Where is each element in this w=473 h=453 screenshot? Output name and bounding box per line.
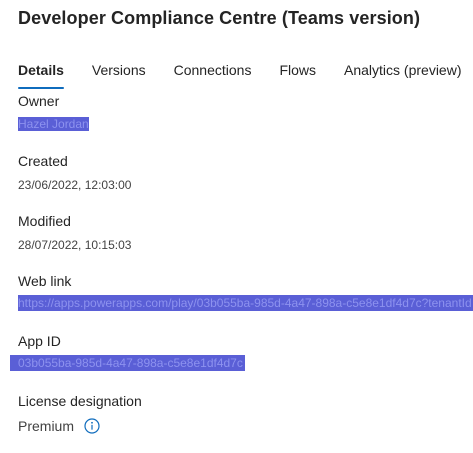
tab-details[interactable]: Details [18, 61, 64, 89]
tab-flows[interactable]: Flows [279, 61, 316, 89]
tab-versions[interactable]: Versions [92, 61, 146, 89]
created-value: 23/06/2022, 12:03:00 [18, 178, 132, 192]
app-id-field: App ID [18, 332, 61, 350]
modified-label: Modified [18, 213, 71, 229]
info-icon[interactable] [84, 418, 100, 434]
tab-analytics-preview[interactable]: Analytics (preview) [344, 61, 461, 89]
tab-list: Details Versions Connections Flows Analy… [18, 61, 473, 89]
modified-field: Modified 28/07/2022, 10:15:03 [18, 212, 131, 253]
web-link-label: Web link [18, 273, 72, 289]
web-link-value[interactable]: https://apps.powerapps.com/play/03b055ba… [18, 295, 473, 311]
license-label: License designation [18, 393, 142, 409]
app-id-label: App ID [18, 333, 61, 349]
created-field: Created 23/06/2022, 12:03:00 [18, 152, 131, 193]
tab-connections[interactable]: Connections [174, 61, 252, 89]
owner-field: Owner Hazel Jordan [18, 92, 89, 132]
license-value: Premium [18, 418, 75, 434]
app-id-value: 03b055ba-985d-4a47-898a-c5e8e1df4d7c [10, 355, 245, 371]
page-title: Developer Compliance Centre (Teams versi… [18, 8, 421, 28]
owner-label: Owner [18, 93, 60, 109]
owner-value: Hazel Jordan [18, 117, 89, 131]
created-label: Created [18, 153, 68, 169]
modified-value: 28/07/2022, 10:15:03 [18, 238, 132, 252]
web-link-field: Web link [18, 272, 71, 290]
license-field: License designation Premium [18, 392, 142, 435]
